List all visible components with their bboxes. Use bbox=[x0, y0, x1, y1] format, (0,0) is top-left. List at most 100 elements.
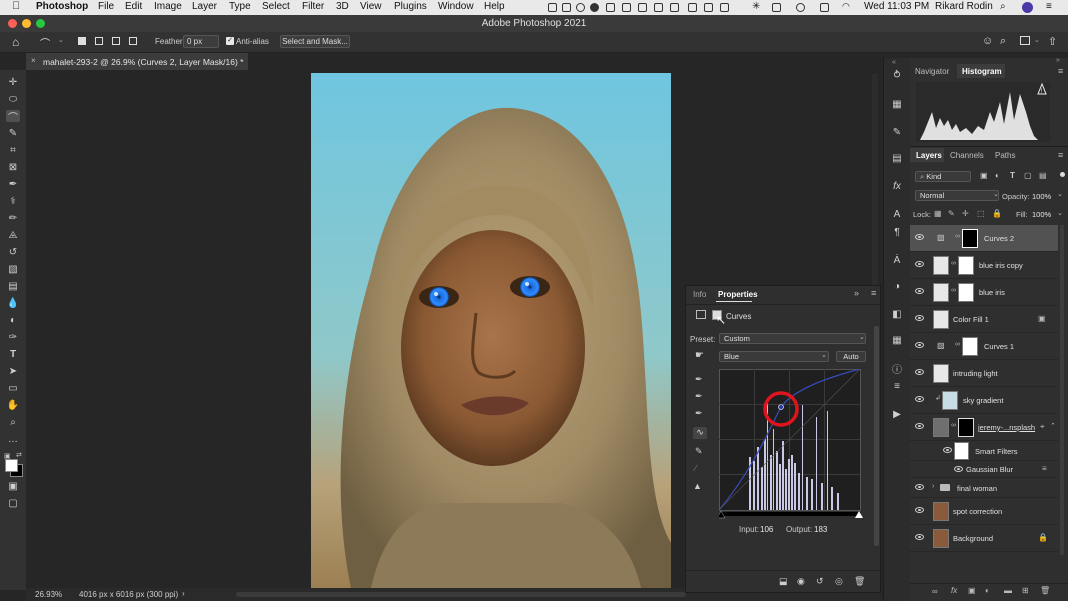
menu-edit[interactable]: Edit bbox=[125, 1, 142, 12]
actions-play-icon[interactable]: ▶ bbox=[891, 408, 903, 420]
status-icon[interactable] bbox=[688, 3, 697, 12]
status-icon[interactable] bbox=[670, 3, 679, 12]
lasso-tool-preset-icon[interactable]: ⌒ bbox=[40, 35, 50, 50]
app-menu[interactable]: Photoshop bbox=[36, 1, 88, 12]
home-icon[interactable]: ⌂ bbox=[12, 35, 19, 49]
swatches-panel-icon[interactable]: ▦ bbox=[891, 98, 903, 110]
blur-tool-icon[interactable]: 💧 bbox=[6, 297, 20, 309]
layer-thumbnail[interactable] bbox=[933, 529, 949, 548]
search-icon[interactable]: ⌕ bbox=[1000, 35, 1006, 48]
output-value[interactable]: 183 bbox=[814, 525, 827, 534]
eraser-tool-icon[interactable]: ▧ bbox=[6, 263, 20, 275]
layer-mask-thumbnail[interactable] bbox=[958, 418, 974, 437]
menu-type[interactable]: Type bbox=[229, 1, 251, 12]
filter-shape-icon[interactable]: ▢ bbox=[1024, 171, 1032, 180]
link-icon[interactable]: ∞ bbox=[951, 287, 956, 294]
record-icon[interactable] bbox=[590, 3, 599, 12]
brush-tool-icon[interactable]: ✏ bbox=[6, 212, 20, 224]
white-point-eyedropper-icon[interactable]: ✒ bbox=[695, 408, 703, 419]
visibility-eye-icon[interactable] bbox=[954, 466, 963, 472]
lock-artboard-icon[interactable]: ⬚ bbox=[977, 209, 985, 218]
foreground-color-swatch[interactable] bbox=[5, 459, 18, 472]
quick-selection-tool-icon[interactable]: ✎ bbox=[6, 127, 20, 139]
status-icon[interactable] bbox=[606, 3, 615, 12]
layer-row-intruding-light[interactable]: intruding light bbox=[910, 360, 1058, 387]
panel-menu-icon[interactable]: ≡ bbox=[1058, 66, 1063, 76]
menu-window[interactable]: Window bbox=[438, 1, 474, 12]
chevron-right-icon[interactable]: › bbox=[182, 589, 185, 598]
status-icon[interactable] bbox=[820, 3, 829, 12]
close-tab-icon[interactable]: × bbox=[31, 56, 36, 65]
status-icon[interactable] bbox=[562, 3, 571, 12]
black-point-eyedropper-icon[interactable]: ✒ bbox=[695, 374, 703, 385]
tab-info[interactable]: Info bbox=[693, 290, 706, 299]
clock[interactable]: Wed 11:03 PM bbox=[864, 1, 929, 12]
filter-adjustment-icon[interactable]: ◐ bbox=[995, 171, 1000, 180]
layers-scrollbar[interactable] bbox=[1060, 225, 1064, 555]
tab-paths[interactable]: Paths bbox=[995, 151, 1015, 160]
add-mask-icon[interactable]: ▣ bbox=[968, 586, 976, 595]
collapse-panel-icon[interactable]: » bbox=[854, 288, 859, 298]
pencil-draw-icon[interactable]: ✎ bbox=[695, 446, 703, 457]
menu-filter[interactable]: Filter bbox=[302, 1, 324, 12]
chevron-up-icon[interactable]: ⌃ bbox=[1050, 422, 1056, 430]
status-icon[interactable] bbox=[720, 3, 729, 12]
menu-image[interactable]: Image bbox=[154, 1, 182, 12]
layer-thumbnail[interactable] bbox=[933, 256, 949, 275]
layer-thumbnail[interactable] bbox=[942, 391, 958, 410]
layer-row-curves-2[interactable]: ▧ ∞ Curves 2 bbox=[910, 225, 1058, 252]
gray-point-eyedropper-icon[interactable]: ✒ bbox=[695, 391, 703, 402]
link-icon[interactable]: ∞ bbox=[955, 341, 960, 348]
layer-row-gaussian-blur[interactable]: Gaussian Blur ≡ bbox=[910, 461, 1058, 478]
status-icon[interactable] bbox=[638, 3, 647, 12]
delete-icon[interactable]: 🗑 bbox=[854, 576, 865, 587]
panel-menu-icon[interactable]: ≡ bbox=[871, 288, 876, 298]
lock-transparent-icon[interactable]: ▦ bbox=[934, 209, 942, 218]
properties-scrollbar[interactable] bbox=[874, 326, 879, 546]
chevron-down-icon[interactable]: ⌄ bbox=[1057, 190, 1063, 198]
marquee-tool-icon[interactable]: ⬭ bbox=[6, 93, 20, 105]
menu-layer[interactable]: Layer bbox=[192, 1, 217, 12]
layer-style-icon[interactable]: fx bbox=[951, 586, 957, 595]
filter-smart-object-icon[interactable]: ▤ bbox=[1039, 171, 1047, 180]
document-tab[interactable]: × mahalet-293-2 @ 26.9% (Curves 2, Layer… bbox=[26, 53, 248, 70]
layer-row-blue-iris[interactable]: ∞ blue iris bbox=[910, 279, 1058, 306]
apple-menu-icon[interactable]:  bbox=[12, 0, 20, 12]
layer-row-final-woman[interactable]: › final woman bbox=[910, 478, 1058, 498]
siri-icon[interactable] bbox=[1022, 2, 1033, 13]
bluetooth-icon[interactable]: ✳ bbox=[752, 1, 760, 12]
status-icon[interactable] bbox=[772, 3, 781, 12]
expand-panels-icon[interactable]: « bbox=[892, 59, 896, 66]
path-selection-tool-icon[interactable]: ➤ bbox=[6, 365, 20, 377]
horizontal-scrollbar[interactable] bbox=[236, 592, 686, 597]
chevron-down-icon[interactable]: ⌄ bbox=[1034, 36, 1040, 44]
layer-row-spot-correction[interactable]: spot correction bbox=[910, 498, 1058, 525]
visibility-eye-icon[interactable] bbox=[943, 447, 952, 453]
chevron-down-icon[interactable]: ⌄ bbox=[1057, 209, 1063, 217]
panel-menu-icon[interactable]: ≡ bbox=[1058, 150, 1063, 160]
tab-navigator[interactable]: Navigator bbox=[915, 67, 949, 76]
workspace-icon[interactable] bbox=[1020, 36, 1030, 45]
chevron-right-icon[interactable]: › bbox=[932, 483, 934, 490]
paragraph-panel-icon[interactable]: ¶ bbox=[891, 226, 903, 238]
opacity-value[interactable]: 100% bbox=[1032, 192, 1051, 201]
time-machine-icon[interactable] bbox=[796, 3, 805, 12]
filter-type-icon[interactable]: T bbox=[1010, 171, 1015, 180]
layer-row-blue-iris-copy[interactable]: ∞ blue iris copy bbox=[910, 252, 1058, 279]
brushes-panel-icon[interactable]: ✎ bbox=[891, 126, 903, 138]
feather-input[interactable]: 0 px bbox=[183, 35, 219, 48]
layer-thumbnail[interactable] bbox=[933, 310, 949, 329]
visibility-eye-icon[interactable] bbox=[915, 484, 924, 490]
collapse-panels-icon[interactable]: » bbox=[1056, 57, 1060, 64]
swap-colors-icon[interactable]: ⇄ bbox=[16, 451, 22, 459]
lock-position-icon[interactable]: ✛ bbox=[962, 209, 969, 218]
delete-layer-icon[interactable]: 🗑 bbox=[1040, 586, 1050, 595]
select-and-mask-button[interactable]: Select and Mask... bbox=[280, 35, 350, 48]
visibility-eye-icon[interactable] bbox=[915, 234, 924, 240]
menu-file[interactable]: File bbox=[98, 1, 114, 12]
layer-thumbnail[interactable] bbox=[933, 364, 949, 383]
new-selection-icon[interactable] bbox=[78, 37, 86, 45]
new-group-icon[interactable]: ▬ bbox=[1004, 586, 1012, 595]
tab-histogram[interactable]: Histogram bbox=[962, 67, 1002, 76]
add-selection-icon[interactable] bbox=[95, 37, 103, 45]
